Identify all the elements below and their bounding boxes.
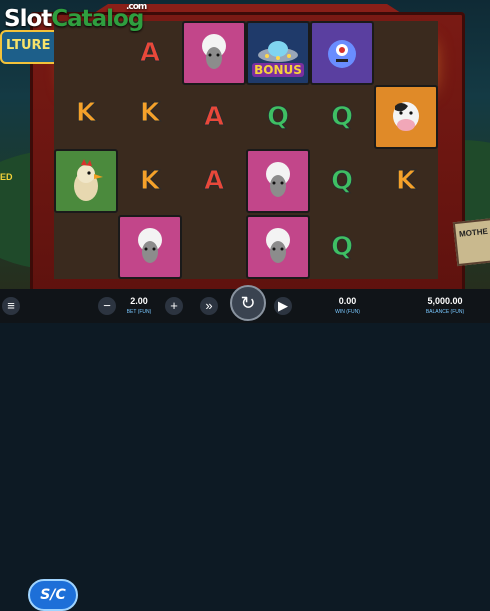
- symbol-q: Q: [310, 85, 374, 149]
- reel-empty: [182, 215, 246, 279]
- balance-value: 5,000.00: [427, 296, 463, 306]
- win-value: 0.00: [338, 296, 357, 306]
- sheep-icon: [266, 162, 290, 197]
- symbol-k: K: [374, 149, 438, 213]
- symbol-k: K: [54, 81, 118, 145]
- bonus-symbol: BONUS: [246, 21, 310, 85]
- menu-button[interactable]: ≡: [2, 297, 20, 315]
- symbol-q-text: Q: [330, 166, 354, 197]
- game-background: LTURE ED MOTHE K A K K A A BONUS Q Q Q Q…: [0, 0, 490, 323]
- bet-value: 2.00: [130, 296, 148, 306]
- rooster-icon: [74, 159, 103, 201]
- symbol-q: Q: [246, 85, 310, 149]
- symbol-k-text: K: [395, 166, 417, 197]
- sheep-symbol: [246, 215, 310, 279]
- bet-plus-button[interactable]: +: [165, 297, 183, 315]
- sign-text: MOTHE: [458, 226, 489, 239]
- sheep-icon: [202, 34, 226, 69]
- symbol-q-text: Q: [330, 232, 354, 263]
- sheep-symbol: [246, 149, 310, 213]
- balance-label: BALANCE (FUN): [425, 309, 465, 315]
- left-partial-text: ED: [0, 172, 13, 182]
- symbol-k-text: K: [139, 166, 161, 197]
- symbol-q-text: Q: [266, 102, 290, 133]
- watermark-dotcom: .com: [126, 2, 147, 12]
- alien-symbol: [310, 21, 374, 85]
- rooster-symbol: [54, 149, 118, 213]
- sheep-icon: [138, 228, 162, 263]
- reel-grid: K A K K A A BONUS Q Q Q Q K: [54, 21, 438, 279]
- symbol-k-text: K: [75, 98, 97, 129]
- slotcatalog-watermark: SlotCatalog .com: [4, 2, 147, 32]
- alien-icon: [328, 40, 356, 68]
- sheep-symbol: [182, 21, 246, 85]
- cow-symbol: [374, 85, 438, 149]
- symbol-k: K: [118, 81, 182, 145]
- symbol-a: A: [182, 149, 246, 213]
- symbol-k-text: K: [139, 98, 161, 129]
- bonus-label: BONUS: [252, 63, 304, 77]
- symbol-q: Q: [310, 215, 374, 279]
- symbol-q-text: Q: [330, 102, 354, 133]
- sheep-symbol: [118, 215, 182, 279]
- symbol-a-text: A: [203, 166, 225, 197]
- mother-sign: MOTHE: [452, 217, 490, 267]
- autoplay-button[interactable]: ▶: [274, 297, 292, 315]
- symbol-a-text: A: [139, 38, 161, 69]
- game-logo-text: LTURE: [6, 38, 51, 53]
- bet-minus-button[interactable]: −: [98, 297, 116, 315]
- sheep-icon: [266, 228, 290, 263]
- watermark-slot: Slot: [4, 6, 52, 32]
- bet-label: BET (FUN): [126, 309, 152, 315]
- reel-empty: [54, 217, 118, 281]
- sc-button[interactable]: S/C: [28, 579, 78, 611]
- spin-button[interactable]: ↻: [230, 285, 266, 321]
- symbol-a-text: A: [203, 102, 225, 133]
- win-label: WIN (FUN): [335, 309, 360, 315]
- symbol-a: A: [182, 85, 246, 149]
- cow-icon: [393, 102, 419, 131]
- symbol-q: Q: [310, 149, 374, 213]
- turbo-button[interactable]: »: [200, 297, 218, 315]
- symbol-k: K: [118, 149, 182, 213]
